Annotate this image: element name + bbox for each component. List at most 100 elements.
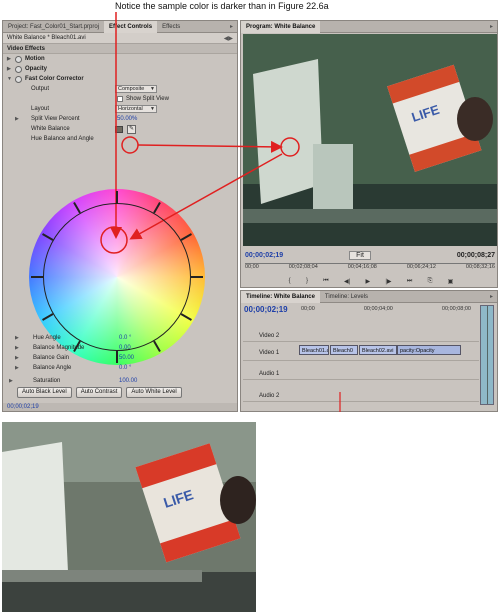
effect-fast-color-corrector[interactable]: ▼ Fast Color Corrector bbox=[3, 74, 237, 84]
wheel-tick-mark bbox=[31, 276, 43, 278]
show-split-row: Show Split View bbox=[3, 94, 237, 104]
video-effects-header: Video Effects bbox=[3, 44, 237, 54]
eyedropper-icon[interactable]: ✎ bbox=[127, 124, 136, 134]
program-timecode-row: 00;00;02;19 Fit 00;00;08;27 bbox=[243, 249, 497, 261]
effect-motion[interactable]: ▶ Motion bbox=[3, 54, 237, 64]
tl-tabbar: Timeline: White Balance Timeline: Levels… bbox=[241, 290, 497, 303]
auto-contrast-button[interactable]: Auto Contrast bbox=[75, 387, 123, 398]
tab-effects[interactable]: Effects bbox=[157, 21, 185, 33]
expand-icon[interactable]: ▶ bbox=[15, 116, 23, 122]
set-out-icon[interactable]: } bbox=[306, 278, 308, 284]
panel-menu-icon[interactable]: ▸ bbox=[230, 23, 233, 30]
layout-row: Layout Horizontal ▼ bbox=[31, 105, 157, 113]
set-in-icon[interactable]: { bbox=[289, 278, 291, 284]
balance-gain-value[interactable]: 50.00 bbox=[119, 355, 134, 361]
clip-bleach02[interactable]: Bleach02.avi bbox=[359, 345, 397, 355]
expand-icon[interactable]: ▶ bbox=[15, 335, 23, 341]
clip-bleach01[interactable]: Bleach01.a bbox=[299, 345, 329, 355]
tab-timeline-levels[interactable]: Timeline: Levels bbox=[320, 291, 373, 303]
track-audio-2[interactable]: Audio 2 bbox=[243, 391, 479, 402]
expand-icon[interactable]: ▶ bbox=[15, 355, 23, 361]
fx-toggle-icon[interactable] bbox=[15, 55, 22, 63]
balance-angle-row: ▶ Balance Angle 0.0 ° bbox=[15, 365, 132, 371]
ec-tabbar: Project: Fast_Color01_Start.prproj Effec… bbox=[3, 20, 237, 33]
chevron-down-icon: ▼ bbox=[150, 106, 155, 112]
lift-icon[interactable]: ⎘ bbox=[428, 278, 433, 285]
program-ruler[interactable]: 00;00 00;02;08;04 00;04;16;08 00;06;24;1… bbox=[245, 263, 495, 271]
play-icon[interactable]: ▶ bbox=[365, 278, 370, 285]
printer-shape bbox=[2, 442, 68, 587]
expand-icon[interactable]: ▶ bbox=[15, 365, 23, 371]
auto-buttons: Auto Black Level Auto Contrast Auto Whit… bbox=[17, 387, 182, 398]
wheel-tick-mark bbox=[116, 191, 118, 203]
audio-meter bbox=[480, 305, 494, 405]
balance-angle-value[interactable]: 0.0 ° bbox=[119, 365, 131, 371]
program-monitor: Program: White Balance ▸ LIFE 00;00;02;1… bbox=[240, 20, 498, 288]
saturation-value[interactable]: 100.00 bbox=[119, 378, 137, 384]
wheel-tick-mark bbox=[42, 313, 54, 321]
expand-icon[interactable]: ▶ bbox=[7, 66, 15, 72]
tab-program[interactable]: Program: White Balance bbox=[241, 20, 321, 33]
effect-opacity[interactable]: ▶ Opacity bbox=[3, 64, 237, 74]
tab-timeline-white-balance[interactable]: Timeline: White Balance bbox=[241, 290, 320, 303]
fx-toggle-icon[interactable] bbox=[15, 65, 22, 73]
auto-black-level-button[interactable]: Auto Black Level bbox=[17, 387, 72, 398]
pm-tabbar: Program: White Balance ▸ bbox=[241, 20, 497, 33]
forward-icon[interactable]: |▶ bbox=[385, 278, 391, 285]
wheel-tick-mark bbox=[191, 276, 203, 278]
comparison-frame: LIFE bbox=[2, 422, 256, 612]
timeline-ruler[interactable]: 00;00 00;00;04;00 00;00;08;00 bbox=[301, 306, 471, 316]
expand-icon[interactable]: ▶ bbox=[7, 56, 15, 62]
transport-controls: { } ⏮ ◀| ▶ |▶ ⏭ ⎘ ▣ bbox=[281, 275, 461, 287]
program-duration: 00;00;08;27 bbox=[456, 251, 495, 259]
step-back-icon[interactable]: ⏮ bbox=[323, 278, 328, 285]
ec-footer-timecode: 00;00;02;19 bbox=[3, 403, 237, 411]
chevron-down-icon: ▼ bbox=[150, 86, 155, 92]
clip-bleach0[interactable]: Bleach0 bbox=[330, 345, 358, 355]
printer-shape bbox=[253, 59, 323, 204]
tab-effect-controls[interactable]: Effect Controls bbox=[104, 20, 158, 33]
program-current-timecode[interactable]: 00;00;02;19 bbox=[245, 252, 283, 259]
collapse-arrows-icon[interactable]: ◀▶ bbox=[224, 35, 233, 42]
timeline-timecode[interactable]: 00;00;02;19 bbox=[244, 305, 288, 314]
tab-project[interactable]: Project: Fast_Color01_Start.prproj bbox=[3, 21, 104, 33]
wheel-tick-mark bbox=[73, 202, 81, 214]
track-video-2[interactable]: Video 2 bbox=[243, 331, 479, 342]
expand-icon[interactable]: ▶ bbox=[15, 345, 23, 351]
figure-caption: Notice the sample color is darker than i… bbox=[115, 1, 329, 11]
step-forward-icon[interactable]: ⏭ bbox=[407, 278, 412, 285]
export-frame-icon[interactable]: ▣ bbox=[448, 278, 454, 285]
collapse-icon[interactable]: ▼ bbox=[7, 76, 15, 82]
expand-icon[interactable]: ▶ bbox=[9, 378, 17, 384]
wheel-tick-mark bbox=[153, 202, 161, 214]
fx-toggle-icon[interactable] bbox=[15, 75, 22, 83]
clip-bar: White Balance * Bleach01.avi ◀▶ bbox=[3, 33, 237, 44]
white-balance-row: White Balance ✎ bbox=[31, 124, 136, 134]
fit-dropdown[interactable]: Fit bbox=[349, 250, 371, 260]
effect-controls-panel: Project: Fast_Color01_Start.prproj Effec… bbox=[2, 20, 238, 412]
wheel-tick-mark bbox=[42, 233, 54, 241]
wheel-tick-mark bbox=[180, 233, 192, 241]
video-frame-art: LIFE bbox=[243, 34, 497, 246]
output-row: Output Composite ▼ bbox=[31, 85, 157, 93]
wheel-tick-mark bbox=[180, 313, 192, 321]
rewind-icon[interactable]: ◀| bbox=[344, 278, 350, 285]
balance-gain-row: ▶ Balance Gain 50.00 bbox=[15, 355, 135, 361]
saturation-row: ▶ Saturation 100.00 bbox=[9, 378, 138, 384]
layout-dropdown[interactable]: Horizontal ▼ bbox=[115, 105, 157, 113]
wheel-tick-mark bbox=[116, 351, 118, 363]
split-percent-row: ▶ Split View Percent 50.00% bbox=[15, 116, 138, 122]
output-dropdown[interactable]: Composite ▼ bbox=[115, 85, 157, 93]
split-percent-value[interactable]: 50.00% bbox=[117, 116, 137, 122]
track-audio-1[interactable]: Audio 1 bbox=[243, 369, 479, 380]
clip-label: White Balance * Bleach01.avi bbox=[7, 35, 86, 41]
panel-menu-icon[interactable]: ▸ bbox=[490, 23, 493, 30]
balance-ring bbox=[43, 203, 191, 351]
auto-white-level-button[interactable]: Auto White Level bbox=[126, 387, 182, 398]
opacity-keyframe-label[interactable]: pacity:Opacity bbox=[397, 345, 461, 355]
panel-menu-icon[interactable]: ▸ bbox=[490, 293, 493, 300]
white-balance-swatch[interactable] bbox=[115, 125, 123, 133]
comparison-frame-art: LIFE bbox=[2, 422, 256, 612]
hue-balance-row: Hue Balance and Angle bbox=[31, 136, 94, 142]
show-split-checkbox[interactable] bbox=[117, 96, 123, 102]
